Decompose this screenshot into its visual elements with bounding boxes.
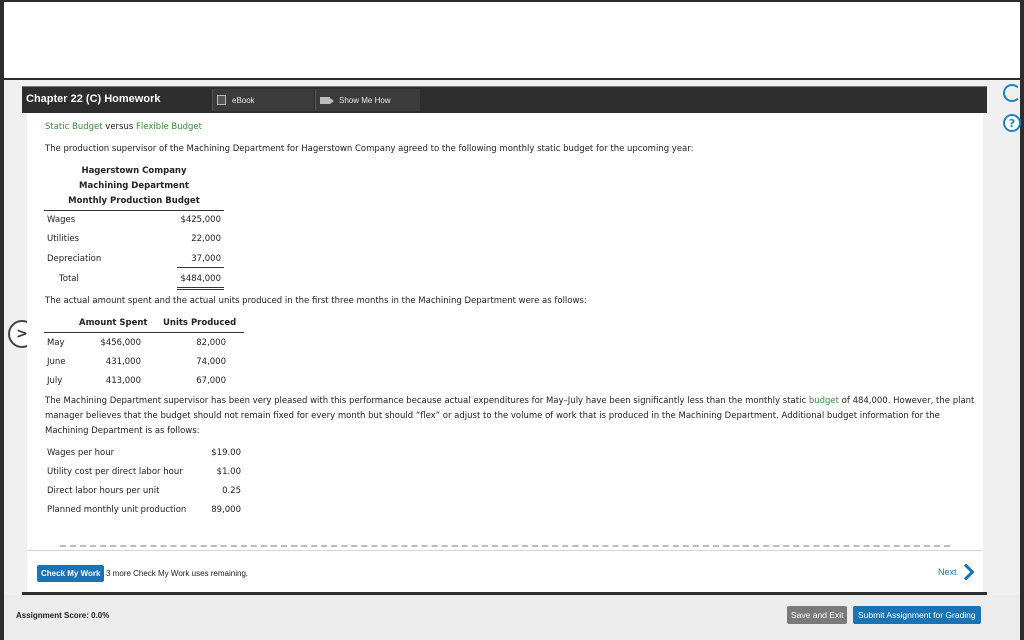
budget-term-link[interactable]: budget — [809, 396, 839, 406]
actual-row-units: 74,000 — [196, 357, 226, 367]
paragraph-line-1-text: The Machining Department supervisor has … — [45, 396, 807, 406]
info-row-label: Planned monthly unit production — [47, 505, 187, 515]
budget-total-value: $484,000 — [180, 274, 221, 284]
actual-header-rule — [44, 332, 244, 333]
budget-row-value: 37,000 — [191, 254, 221, 264]
intro-text: The production supervisor of the Machini… — [45, 144, 694, 154]
info-row-value: $1.00 — [216, 467, 241, 477]
topic-static-budget: Static Budget — [45, 122, 103, 132]
chevron-right-icon — [957, 563, 975, 581]
question-panel: Static Budget versus Flexible Budget The… — [27, 113, 983, 550]
help-icon[interactable]: ? — [1003, 114, 1021, 132]
video-icon — [320, 96, 334, 104]
actual-row-amount: 431,000 — [105, 357, 141, 367]
assignment-score: Assignment Score: 0.0% — [16, 611, 110, 620]
actual-row-amount: 413,000 — [105, 376, 141, 386]
save-and-exit-button[interactable]: Save and Exit — [787, 606, 848, 624]
topic-versus: versus — [105, 122, 134, 132]
book-icon — [217, 95, 226, 105]
next-button[interactable]: Next — [938, 563, 975, 581]
budget-row-label: Utilities — [47, 234, 79, 244]
paragraph-line-1: The Machining Department supervisor has … — [45, 396, 974, 407]
info-row-label: Utility cost per direct labor hour — [47, 467, 183, 477]
budget-row-value: $425,000 — [180, 215, 221, 225]
total-rule — [177, 267, 224, 268]
right-gutter — [992, 80, 1020, 640]
double-rule-bottom — [177, 289, 224, 290]
actual-row-month: July — [47, 376, 63, 386]
budget-header-rule — [44, 210, 224, 211]
budget-row-label: Depreciation — [47, 254, 102, 264]
tab-ebook-label: eBook — [232, 95, 255, 105]
header-bar: Chapter 22 (C) Homework eBook Show Me Ho… — [22, 86, 987, 113]
info-row-value: 89,000 — [211, 505, 241, 515]
paragraph-line-3: Machining Department is as follows: — [45, 426, 200, 436]
actual-row-units: 82,000 — [196, 338, 226, 348]
company-name: Hagerstown Company — [81, 166, 187, 176]
top-blank-area — [4, 2, 1020, 78]
assignment-title: Chapter 22 (C) Homework — [26, 93, 161, 105]
col-units-produced: Units Produced — [163, 318, 237, 328]
actual-row-amount: $456,000 — [100, 338, 141, 348]
budget-row-label: Wages — [47, 215, 76, 225]
actual-row-units: 67,000 — [196, 376, 226, 386]
right-frame-border — [1020, 80, 1024, 640]
info-row-value: 0.25 — [222, 486, 241, 496]
content-cutoff — [60, 545, 950, 549]
check-uses-remaining: 3 more Check My Work uses remaining. — [106, 569, 249, 578]
actual-row-month: May — [47, 338, 65, 348]
info-row-value: $19.00 — [211, 448, 241, 458]
info-row-label: Wages per hour — [47, 448, 115, 458]
submit-assignment-button[interactable]: Submit Assignment for Grading — [853, 606, 981, 624]
refresh-icon[interactable] — [1003, 84, 1021, 102]
actual-row-month: June — [47, 357, 66, 367]
budget-title: Monthly Production Budget — [68, 196, 200, 206]
paragraph-line-1-end: of 484,000. However, the plant — [841, 396, 975, 406]
double-rule-top — [177, 287, 224, 288]
left-frame-border — [0, 80, 4, 640]
topic-flexible-budget: Flexible Budget — [136, 122, 202, 132]
col-amount-spent: Amount Spent — [79, 318, 148, 328]
actual-intro-text: The actual amount spent and the actual u… — [45, 296, 587, 306]
department-name: Machining Department — [79, 181, 189, 191]
budget-total-label: Total — [59, 274, 79, 284]
paragraph-line-2: manager believes that the budget should … — [45, 411, 940, 421]
tab-ebook[interactable]: eBook — [212, 89, 314, 111]
tab-show-me-how-label: Show Me How — [339, 95, 391, 105]
next-label: Next — [938, 567, 957, 577]
check-my-work-button[interactable]: Check My Work — [37, 565, 105, 582]
topic-title: Static Budget versus Flexible Budget — [45, 122, 202, 133]
info-row-label: Direct labor hours per unit — [47, 486, 160, 496]
tab-show-me-how[interactable]: Show Me How — [315, 89, 420, 111]
budget-row-value: 22,000 — [191, 234, 221, 244]
